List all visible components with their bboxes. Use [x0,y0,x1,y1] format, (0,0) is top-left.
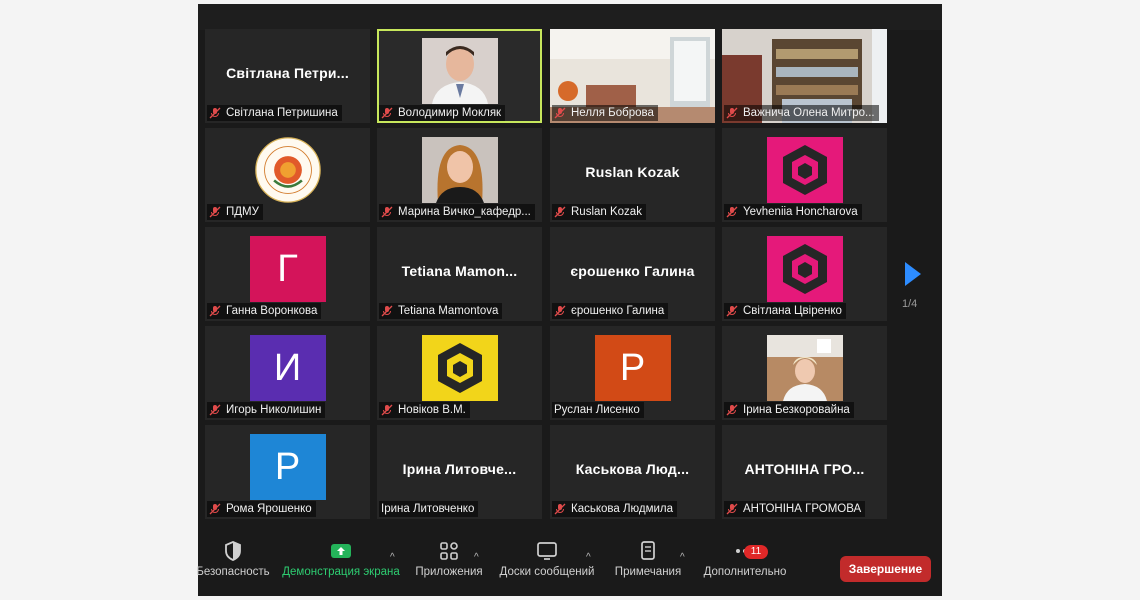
mic-muted-icon [726,206,738,218]
mic-muted-icon [726,305,738,317]
camera-shutter-logo [421,335,498,401]
mic-muted-icon [726,107,738,119]
share-screen-button[interactable]: Демонстрация экрана [280,540,402,578]
page-indicator: 1/4 [902,298,918,310]
participant-label: Новіков В.М. [379,402,470,418]
apps-options-caret-icon[interactable]: ^ [474,552,479,563]
mic-muted-icon [381,206,393,218]
mic-muted-icon [726,404,738,416]
participant-name-display: АНТОНІНА ГРО... [744,461,865,477]
participant-label: Нелля Боброва [552,105,658,121]
participant-video [766,335,843,401]
security-button[interactable]: Безопасность [196,540,270,578]
participant-tile[interactable]: Важнича Олена Митро... [722,29,887,123]
share-screen-icon [329,540,353,562]
share-options-caret-icon[interactable]: ^ [390,552,395,563]
mic-muted-icon [381,305,393,317]
participant-video [421,38,498,104]
participant-label: Руслан Лисенко [552,402,644,418]
notes-icon [636,540,660,562]
whiteboards-options-caret-icon[interactable]: ^ [586,552,591,563]
participant-tile[interactable]: Каськова Люд... Каськова Людмила [550,425,715,519]
participant-tile[interactable]: Г Ганна Воронкова [205,227,370,321]
mic-muted-icon [554,503,566,515]
participant-tile[interactable]: Нелля Боброва [550,29,715,123]
mic-muted-icon [209,503,221,515]
participant-name-display: Каськова Люд... [575,461,690,477]
participant-name-display: Світлана Петри... [226,65,349,81]
avatar-letter: Р [249,434,326,500]
participant-name-display: Tetiana Mamon... [401,263,518,279]
participant-tile[interactable]: Ірина Безкоровайна [722,326,887,420]
apps-icon [437,540,461,562]
participant-label: Важнича Олена Митро... [724,105,879,121]
participant-label: Марина Вичко_кафедр... [379,204,535,220]
avatar-letter: Г [249,236,326,302]
gallery-grid: Світлана Петри... Світлана Петришина Вол… [205,29,889,521]
participant-label: Tetiana Mamontova [379,303,503,319]
participant-label: Ірина Безкоровайна [724,402,854,418]
participant-label: Ruslan Kozak [552,204,646,220]
participant-label: АНТОНІНА ГРОМОВА [724,501,866,517]
mic-muted-icon [209,404,221,416]
participant-label: ПДМУ [207,204,263,220]
participant-label: Ірина Литовченко [379,501,479,517]
participant-tile[interactable]: Новіков В.М. [377,326,542,420]
participant-tile[interactable]: АНТОНІНА ГРО... АНТОНІНА ГРОМОВА [722,425,887,519]
mic-muted-icon [209,305,221,317]
mic-muted-icon [554,107,566,119]
participant-tile[interactable]: Р Рома Ярошенко [205,425,370,519]
mic-muted-icon [209,107,221,119]
participant-tile[interactable]: Р Руслан Лисенко [550,326,715,420]
camera-shutter-logo [766,137,843,203]
participant-label: Yevheniia Honcharova [724,204,862,220]
participant-tile[interactable]: И Игорь Николишин [205,326,370,420]
participant-photo [421,137,498,203]
mic-muted-icon [209,206,221,218]
participant-label: єрошенко Галина [552,303,669,319]
next-page-arrow-icon[interactable] [905,262,921,286]
avatar-letter: И [249,335,326,401]
more-button[interactable]: Дополнительно [700,540,790,578]
participant-tile[interactable]: Yevheniia Honcharova [722,128,887,222]
participant-label: Світлана Цвіренко [724,303,846,319]
participant-tile[interactable]: Світлана Петри... Світлана Петришина [205,29,370,123]
mic-muted-icon [554,305,566,317]
participant-tile[interactable]: Ruslan Kozak Ruslan Kozak [550,128,715,222]
mic-muted-icon [726,503,738,515]
shield-icon [221,540,245,562]
participant-label: Ганна Воронкова [207,303,322,319]
mic-muted-icon [381,107,393,119]
camera-shutter-logo [766,236,843,302]
whiteboard-icon [535,540,559,562]
participant-label: Каськова Людмила [552,501,678,517]
end-meeting-button[interactable]: Завершение [840,556,931,582]
participant-label: Игорь Николишин [207,402,326,418]
university-seal-logo [254,137,321,203]
participant-tile[interactable]: єрошенко Галина єрошенко Галина [550,227,715,321]
participant-tile[interactable]: Ірина Литовче... Ірина Литовченко [377,425,542,519]
participant-tile[interactable]: Світлана Цвіренко [722,227,887,321]
participant-tile-active-speaker[interactable]: Володимир Мокляк [377,29,542,123]
participant-tile[interactable]: Марина Вичко_кафедр... [377,128,542,222]
participant-name-display: Ruslan Kozak [585,164,680,180]
mic-muted-icon [381,404,393,416]
participant-tile[interactable]: Tetiana Mamon... Tetiana Mamontova [377,227,542,321]
mic-muted-icon [554,206,566,218]
whiteboards-button[interactable]: Доски сообщений [496,540,598,578]
title-bar [198,4,942,30]
participant-label: Світлана Петришина [207,105,342,121]
participant-name-display: єрошенко Галина [570,263,695,279]
participant-name-display: Ірина Литовче... [402,461,517,477]
avatar-letter: Р [594,335,671,401]
participant-label: Рома Ярошенко [207,501,316,517]
notes-button[interactable]: Примечания [612,540,684,578]
participant-label: Володимир Мокляк [379,105,506,121]
notes-options-caret-icon[interactable]: ^ [680,552,685,563]
participant-tile[interactable]: ПДМУ [205,128,370,222]
notification-badge: 11 [744,545,768,559]
